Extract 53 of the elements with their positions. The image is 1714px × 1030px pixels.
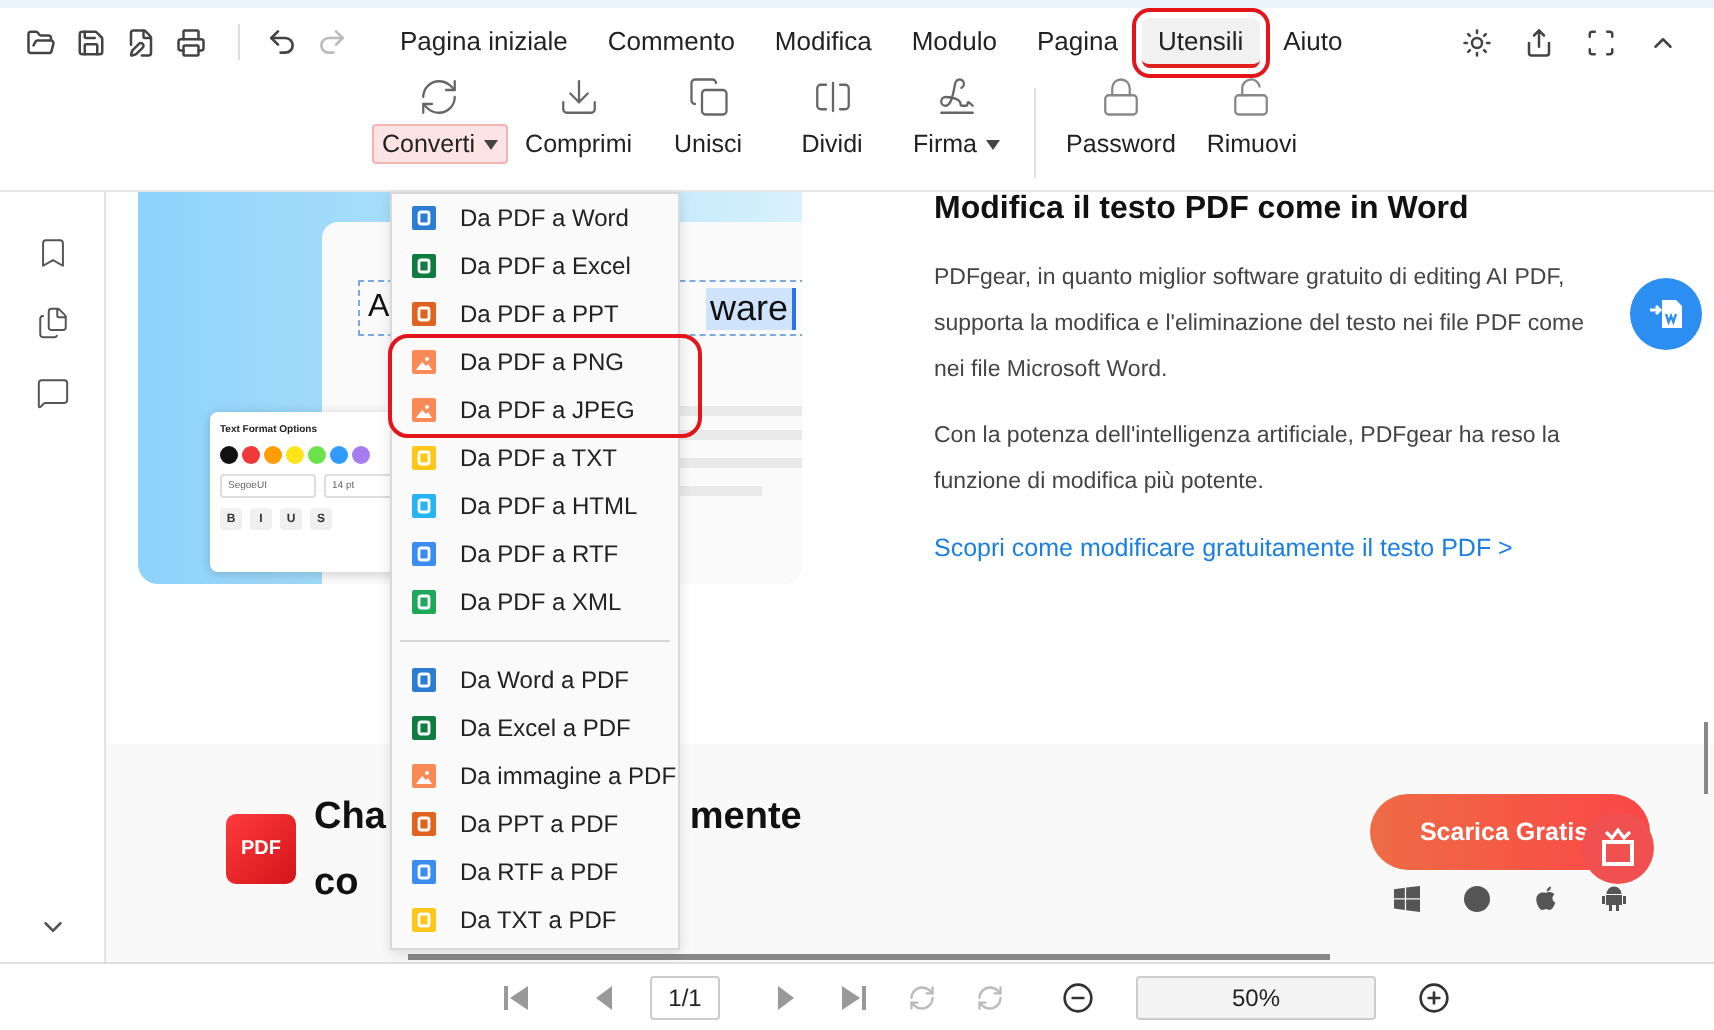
learn-more-link[interactable]: Scopri come modificare gratuitamente il testo PDF > bbox=[934, 534, 1614, 562]
ribbon-button[interactable]: Firma bbox=[898, 76, 1015, 190]
menu-item[interactable]: Da immagine a PDF bbox=[392, 752, 678, 800]
menu-item[interactable]: Da PPT a PDF bbox=[392, 800, 678, 848]
ribbon-button[interactable]: Unisci bbox=[650, 76, 767, 190]
menu-tab[interactable]: Aiuto bbox=[1267, 17, 1359, 67]
menu-item-label: Da immagine a PDF bbox=[460, 762, 677, 790]
menu-item-label: Da PDF a HTML bbox=[460, 492, 638, 520]
menu-item[interactable]: Da PDF a XML bbox=[392, 578, 678, 626]
selected-text: ware bbox=[705, 287, 796, 329]
ribbon-button[interactable]: Comprimi bbox=[515, 76, 643, 190]
menu-item-label: Da PPT a PDF bbox=[460, 810, 619, 838]
zoom-field[interactable]: 50% bbox=[1136, 975, 1376, 1019]
banner-heading: Cha bbox=[314, 793, 386, 841]
menu-item[interactable]: Da PDF a Excel bbox=[392, 242, 678, 290]
menu-item-label: Da PDF a PPT bbox=[460, 300, 619, 328]
menu-item-label: Da PDF a TXT bbox=[460, 444, 617, 472]
menu-tab[interactable]: Commento bbox=[591, 17, 751, 67]
menu-item-label: Da RTF a PDF bbox=[460, 858, 619, 886]
menu-tab[interactable]: Modifica bbox=[758, 17, 888, 67]
menu-item-label: Da PDF a RTF bbox=[460, 540, 619, 568]
paragraph: PDFgear, in quanto miglior software gratuito di editing AI PDF, supporta la modifica e l'eliminazione del testo nei file PDF come nei file Microsoft Word. bbox=[934, 264, 1586, 386]
section-heading: Modifica il testo PDF come in Word bbox=[934, 192, 1471, 228]
menu-tab[interactable]: Pagina bbox=[1020, 17, 1134, 67]
menu-item-label: Da Excel a PDF bbox=[460, 714, 631, 742]
menu-item[interactable]: Da PDF a Word bbox=[392, 194, 678, 242]
menu-item[interactable]: Da PDF a PPT bbox=[392, 290, 678, 338]
menu-tab[interactable]: Modulo bbox=[895, 17, 1013, 67]
paragraph: Con la potenza dell'intelligenza artificiale, PDFgear ha reso la funzione di modifica più potente. bbox=[934, 422, 1562, 498]
menu-item[interactable]: Da RTF a PDF bbox=[392, 848, 678, 896]
menu-item-label: Da PDF a PNG bbox=[460, 348, 625, 376]
menu-item[interactable]: Da PDF a JPEG bbox=[392, 386, 698, 434]
banner-heading: co bbox=[314, 859, 359, 907]
menu-item-label: Da PDF a Excel bbox=[460, 252, 631, 280]
banner-heading: mente bbox=[689, 793, 802, 841]
menu-item-label: Da PDF a JPEG bbox=[460, 396, 635, 424]
menu-tab[interactable]: Pagina iniziale bbox=[384, 17, 584, 67]
ribbon-button[interactable]: Rimuovi bbox=[1193, 76, 1310, 190]
ribbon-button[interactable]: Password bbox=[1056, 76, 1186, 190]
ribbon-button[interactable]: Dividi bbox=[774, 76, 891, 190]
menu-item-label: Da PDF a XML bbox=[460, 588, 622, 616]
menu-item[interactable]: Da TXT a PDF bbox=[392, 896, 678, 944]
menu-item-label: Da PDF a Word bbox=[460, 204, 629, 232]
menu-item[interactable]: Da Word a PDF bbox=[392, 656, 678, 704]
menu-item-label: Da Word a PDF bbox=[460, 666, 629, 694]
ribbon-button[interactable]: Converti bbox=[372, 76, 508, 190]
edited-text: A bbox=[368, 290, 390, 326]
page-number-field[interactable]: 1/1 bbox=[650, 975, 720, 1019]
menu-item[interactable]: Da Excel a PDF bbox=[392, 704, 678, 752]
app-logo: PDF bbox=[226, 814, 296, 884]
menu-item[interactable]: Da PDF a PNG bbox=[392, 338, 698, 386]
menu-item-label: Da TXT a PDF bbox=[460, 906, 617, 934]
menu-item[interactable]: Da PDF a RTF bbox=[392, 530, 678, 578]
